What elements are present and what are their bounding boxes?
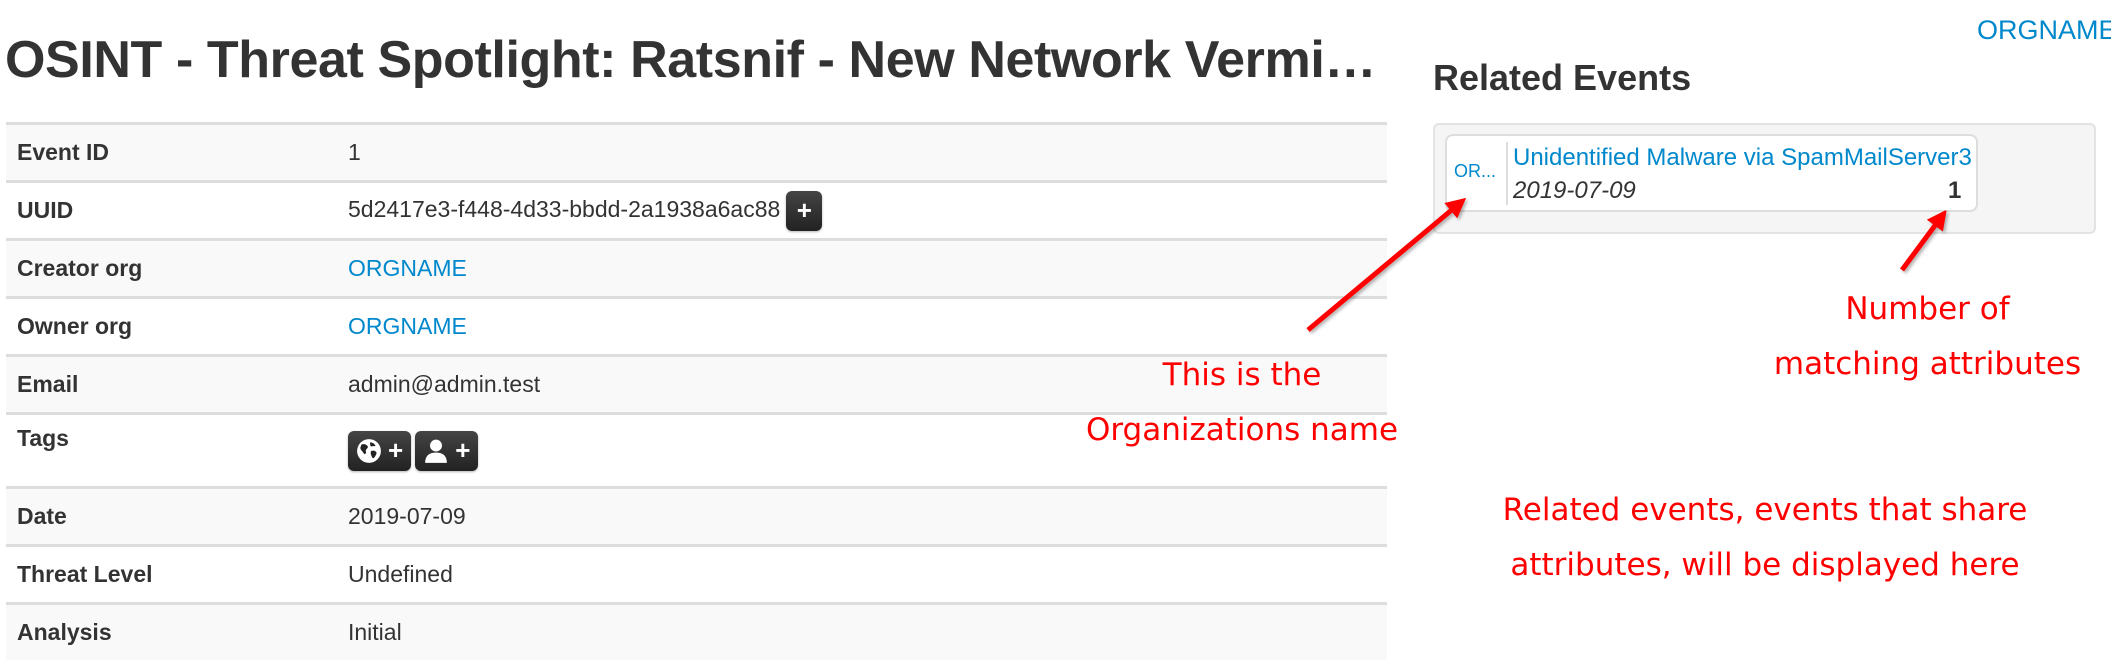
annotation-line: Number of	[1755, 282, 2100, 337]
table-row-owner-org: Owner org ORGNAME	[6, 298, 1387, 356]
annotation-line: attributes, will be displayed here	[1470, 538, 2060, 593]
related-event-title-link[interactable]: Unidentified Malware via SpamMailServer3	[1513, 144, 1972, 172]
add-tag-button[interactable]: +	[415, 431, 478, 471]
annotation-match-count: Number of matching attributes	[1755, 282, 2100, 392]
row-label: Threat Level	[6, 546, 337, 604]
uuid-add-button[interactable]: +	[786, 191, 822, 231]
owner-org-link[interactable]: ORGNAME	[348, 313, 467, 339]
date-value: 2019-07-09	[337, 488, 1387, 546]
annotation-line: Organizations name	[1060, 403, 1424, 458]
creator-org-cell: ORGNAME	[337, 240, 1387, 298]
annotation-line: Related events, events that share	[1470, 483, 2060, 538]
row-label: Creator org	[6, 240, 337, 298]
uuid-value: 5d2417e3-f448-4d33-bbdd-2a1938a6ac88	[348, 196, 780, 222]
row-label: Email	[6, 356, 337, 414]
threat-level-value: Undefined	[337, 546, 1387, 604]
related-event-org-link[interactable]: OR...	[1454, 161, 1496, 182]
table-row-analysis: Analysis Initial	[6, 604, 1387, 660]
row-label: Analysis	[6, 604, 337, 660]
add-galaxy-tag-button[interactable]: +	[348, 431, 411, 471]
table-row-uuid: UUID 5d2417e3-f448-4d33-bbdd-2a1938a6ac8…	[6, 182, 1387, 240]
annotation-org-name: This is the Organizations name	[1060, 348, 1424, 458]
related-event-date: 2019-07-09	[1513, 177, 1636, 205]
table-row-event-id: Event ID 1	[6, 124, 1387, 182]
event-id-value: 1	[337, 124, 1387, 182]
row-label: Date	[6, 488, 337, 546]
header-org-link[interactable]: ORGNAME	[1977, 14, 2111, 46]
row-label: UUID	[6, 182, 337, 240]
annotation-related-events: Related events, events that share attrib…	[1470, 483, 2060, 593]
user-icon	[423, 438, 449, 464]
uuid-cell: 5d2417e3-f448-4d33-bbdd-2a1938a6ac88+	[337, 182, 1387, 240]
related-event-match-count: 1	[1948, 177, 1961, 205]
related-events-heading: Related Events	[1433, 56, 1691, 100]
table-row-date: Date 2019-07-09	[6, 488, 1387, 546]
creator-org-link[interactable]: ORGNAME	[348, 255, 467, 281]
page-title: OSINT - Threat Spotlight: Ratsnif - New …	[5, 28, 1385, 92]
annotation-line: matching attributes	[1755, 337, 2100, 392]
table-row-creator-org: Creator org ORGNAME	[6, 240, 1387, 298]
tag-button-label: +	[455, 435, 470, 466]
analysis-value: Initial	[337, 604, 1387, 660]
tag-button-label: +	[388, 435, 403, 466]
card-divider	[1506, 142, 1508, 205]
owner-org-cell: ORGNAME	[337, 298, 1387, 356]
globe-icon	[356, 438, 382, 464]
row-label: Owner org	[6, 298, 337, 356]
annotation-line: This is the	[1060, 348, 1424, 403]
row-label: Event ID	[6, 124, 337, 182]
table-row-threat-level: Threat Level Undefined	[6, 546, 1387, 604]
row-label: Tags	[6, 414, 337, 488]
